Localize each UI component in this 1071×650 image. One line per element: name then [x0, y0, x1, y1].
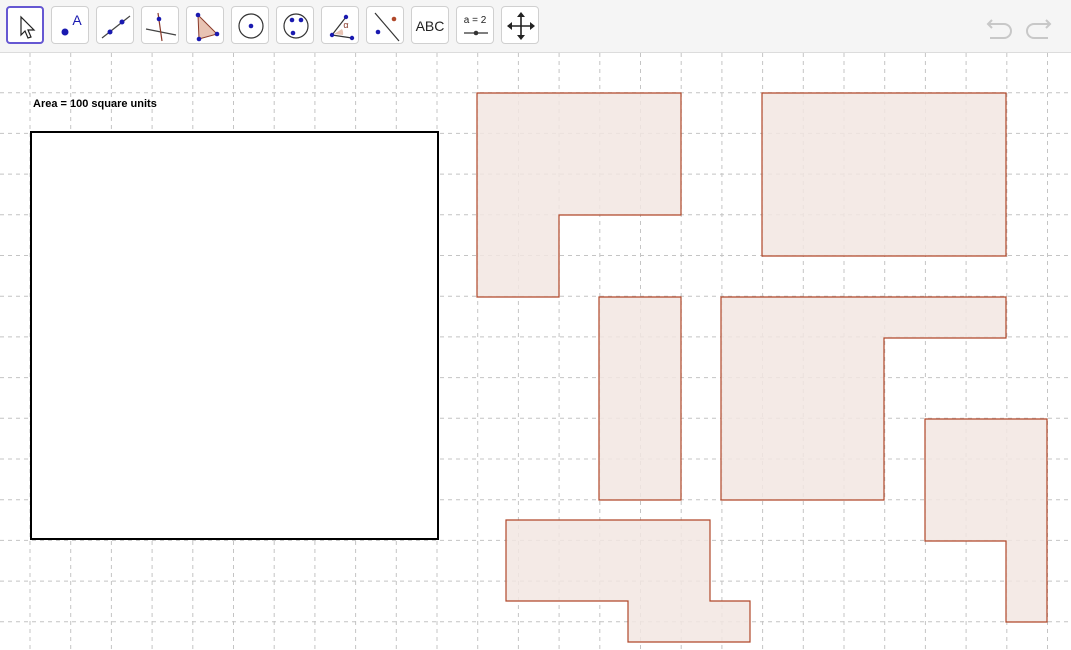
text-tool-label: ABC — [415, 18, 445, 34]
perpendicular-line-tool-button[interactable] — [141, 6, 179, 44]
angle-tool-label: α — [343, 20, 349, 30]
geogebra-app: A α ABC a = 2 Area = 100 square units — [0, 0, 1071, 650]
point-tool-button[interactable]: A — [51, 6, 89, 44]
arrow-cursor-icon — [20, 15, 36, 39]
undo-button[interactable] — [984, 12, 1016, 40]
text-tool-button[interactable]: ABC — [411, 6, 449, 44]
perpendicular-line-icon — [145, 12, 177, 42]
graphics-view[interactable] — [0, 53, 1071, 650]
circle-three-points-icon — [283, 13, 309, 39]
reflect-about-line-icon — [374, 12, 400, 42]
toolbar: A α ABC a = 2 — [0, 0, 1071, 53]
target-square[interactable] — [30, 131, 439, 540]
circle-three-points-tool-button[interactable] — [276, 6, 314, 44]
move-graphics-view-tool-button[interactable] — [501, 6, 539, 44]
point-tool-label: A — [72, 12, 82, 28]
move-tool-button[interactable] — [6, 6, 44, 44]
shape-l-far-right[interactable] — [924, 418, 1048, 623]
shapes-layer — [30, 92, 1048, 643]
circle-center-point-icon — [238, 13, 264, 39]
circle-tool-button[interactable] — [231, 6, 269, 44]
line-tool-button[interactable] — [96, 6, 134, 44]
area-label: Area = 100 square units — [33, 98, 157, 110]
undo-icon — [986, 19, 1012, 39]
polygon-tool-button[interactable] — [186, 6, 224, 44]
redo-icon — [1026, 19, 1052, 39]
slider-tool-button[interactable]: a = 2 — [456, 6, 494, 44]
reflect-tool-button[interactable] — [366, 6, 404, 44]
polygon-icon — [195, 12, 220, 42]
move-view-icon — [507, 12, 535, 40]
shape-rect-top-right[interactable] — [761, 92, 1007, 257]
slider-icon — [464, 30, 488, 36]
redo-button[interactable] — [1022, 12, 1054, 40]
line-through-points-icon — [101, 15, 131, 39]
shape-rect-tall-middle[interactable] — [598, 296, 682, 501]
angle-tool-button[interactable]: α — [321, 6, 359, 44]
shape-l-top-left[interactable] — [476, 92, 682, 298]
